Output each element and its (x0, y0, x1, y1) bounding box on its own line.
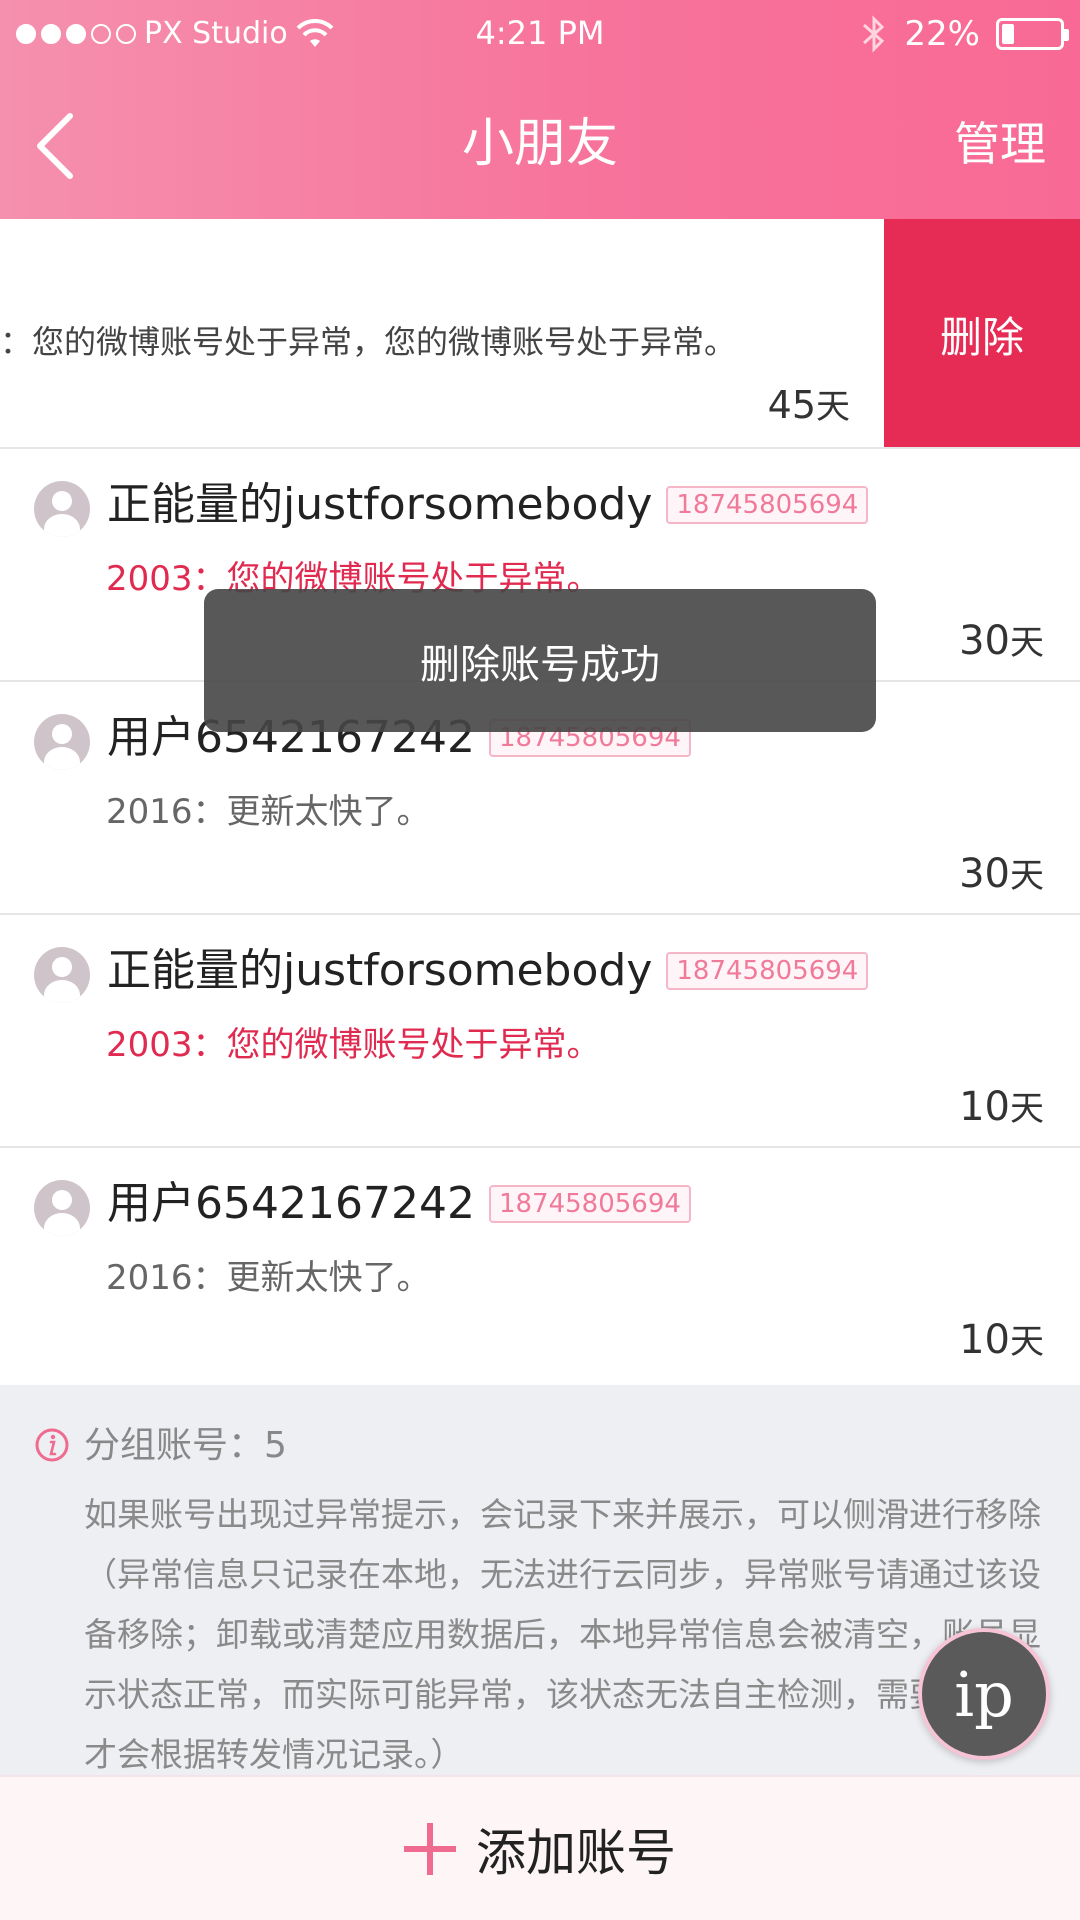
account-days: 10天 (959, 1084, 1044, 1130)
swiped-row-days: 45天 (767, 383, 850, 427)
info-description: 如果账号出现过异常提示，会记录下来并展示，可以侧滑进行移除（异常信息只记录在本地… (84, 1495, 1041, 1774)
status-bar: PX Studio 4:21 PM 22% (0, 0, 1080, 68)
header: PX Studio 4:21 PM 22% 小朋友 管理 (0, 0, 1080, 219)
status-right: 22% (860, 14, 1069, 54)
add-account-button[interactable]: 添加账号 (0, 1775, 1080, 1920)
toast-message: 删除账号成功 (204, 589, 876, 732)
account-list: ：您的微博账号处于异常，您的微博账号处于异常。 45天 删除 正能量的justf… (0, 219, 1080, 1381)
swiped-account-row[interactable]: ：您的微博账号处于异常，您的微博账号处于异常。 45天 删除 (0, 219, 1080, 449)
account-name: 正能量的justforsomebody 18745805694 (107, 941, 869, 1001)
info-panel: 分组账号：5 如果账号出现过异常提示，会记录下来并展示，可以侧滑进行移除（异常信… (0, 1385, 1080, 1775)
account-name: 用户6542167242 18745805694 (107, 1174, 691, 1234)
manage-button[interactable]: 管理 (954, 116, 1046, 172)
plus-icon (404, 1822, 456, 1875)
list-item[interactable]: 正能量的justforsomebody 18745805694 2003：您的微博… (0, 915, 1080, 1148)
account-status-message: 2016：更新太快了。 (106, 1258, 431, 1298)
battery-icon (996, 18, 1069, 50)
phone-badge: 18745805694 (666, 486, 869, 524)
battery-level-fill (1002, 24, 1015, 44)
avatar-icon (34, 481, 90, 537)
page-title: 小朋友 (461, 114, 618, 174)
account-days: 30天 (959, 618, 1044, 664)
add-account-label: 添加账号 (476, 1823, 676, 1882)
phone-badge: 18745805694 (488, 1185, 691, 1223)
info-icon (35, 1428, 69, 1462)
phone-badge: 18745805694 (666, 952, 869, 990)
group-account-count: 分组账号：5 (84, 1425, 287, 1466)
account-days: 10天 (959, 1317, 1044, 1363)
avatar-icon (34, 947, 90, 1003)
list-item[interactable]: 用户6542167242 18745805694 2016：更新太快了。 10天 (0, 1148, 1080, 1381)
account-name: 正能量的justforsomebody 18745805694 (107, 475, 869, 535)
account-days: 30天 (959, 851, 1044, 897)
bluetooth-icon (863, 15, 885, 53)
swiped-row-message: ：您的微博账号处于异常，您的微博账号处于异常。 (0, 323, 737, 361)
battery-percent: 22% (904, 14, 980, 54)
account-status-message: 2003：您的微博账号处于异常。 (106, 1025, 601, 1065)
nav-bar: 小朋友 管理 (0, 80, 1080, 210)
avatar-icon (34, 714, 90, 770)
floating-ip-button[interactable]: ip (918, 1628, 1050, 1760)
delete-button[interactable]: 删除 (884, 219, 1080, 447)
avatar-icon (34, 1180, 90, 1236)
account-status-message: 2016：更新太快了。 (106, 792, 431, 832)
